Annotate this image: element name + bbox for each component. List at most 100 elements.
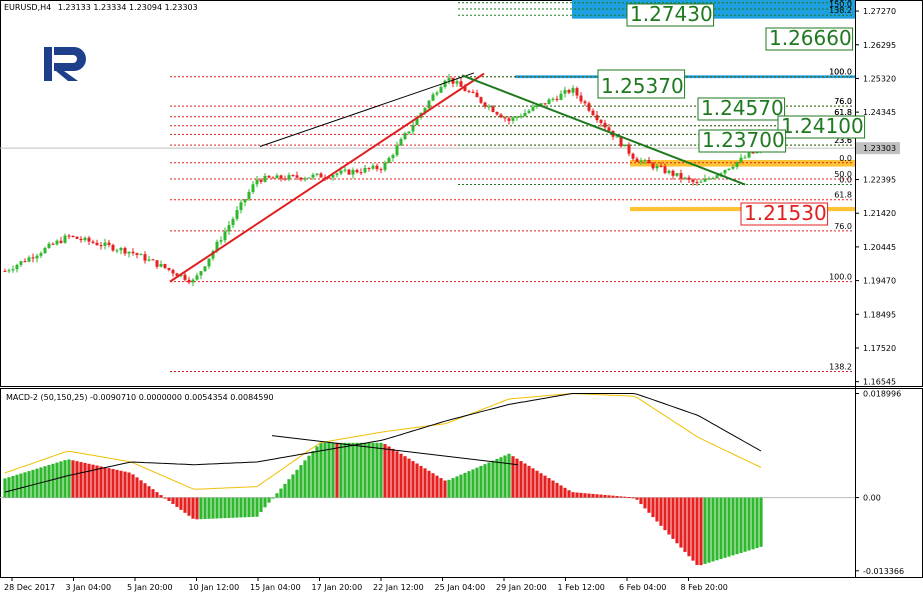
chart-canvas[interactable]: 1.272701.262951.253201.243451.233701.223… — [0, 0, 923, 598]
candle-body — [731, 166, 735, 169]
macd-histogram-bar — [391, 448, 395, 498]
candle-body — [235, 210, 239, 219]
macd-histogram-bar — [407, 458, 411, 498]
candle-body — [435, 92, 439, 95]
macd-tick-label: 0.00 — [863, 494, 881, 503]
candle-body — [703, 178, 707, 182]
candle-body — [291, 175, 295, 177]
candle-body — [59, 240, 63, 243]
resistance-trendline — [259, 72, 475, 147]
macd-histogram-bar — [755, 497, 759, 549]
candle-body — [303, 178, 307, 180]
candle-body — [239, 202, 243, 211]
macd-histogram-bar — [255, 497, 259, 517]
macd-histogram-bar — [183, 497, 187, 513]
macd-histogram-bar — [307, 455, 311, 498]
macd-histogram-bar — [683, 497, 687, 552]
candle-body — [507, 118, 511, 121]
macd-histogram-bar — [75, 461, 79, 498]
time-tick-label: 22 Jan 12:00 — [373, 583, 424, 592]
candle-body — [527, 110, 531, 113]
candle-body — [147, 259, 151, 261]
candle-body — [119, 247, 123, 251]
candle-body — [159, 264, 163, 267]
macd-histogram-bar — [167, 497, 171, 501]
macd-histogram-bar — [139, 480, 143, 498]
candle-body — [363, 167, 367, 173]
macd-histogram-bar — [243, 497, 247, 518]
macd-histogram-bar — [539, 473, 543, 498]
target-label-1.24570: 1.24570 — [701, 96, 784, 120]
candle-body — [707, 178, 711, 180]
macd-histogram-bar — [463, 472, 467, 498]
macd-histogram-bar — [311, 451, 315, 498]
candle-body — [123, 247, 127, 254]
candle-body — [715, 175, 719, 179]
candle-body — [475, 92, 479, 98]
candle-body — [151, 259, 155, 261]
candle-body — [571, 88, 575, 93]
candle-body — [367, 167, 371, 169]
candle-body — [547, 99, 551, 105]
fib-green-label: 138.2 — [829, 6, 852, 15]
macd-histogram-bar — [359, 442, 363, 498]
macd-histogram-bar — [175, 497, 179, 507]
macd-histogram-bar — [599, 494, 603, 498]
macd-histogram-bar — [291, 474, 295, 498]
macd-histogram-bar — [419, 465, 423, 498]
candle-body — [583, 101, 587, 104]
symbol-label: EURUSD,H4 — [4, 3, 52, 12]
macd-histogram-bar — [583, 493, 587, 498]
macd-histogram-bar — [711, 497, 715, 562]
macd-histogram-bar — [423, 468, 427, 498]
macd-histogram-bar — [443, 480, 447, 498]
candle-body — [631, 153, 635, 159]
candle-body — [227, 225, 231, 232]
candle-body — [391, 155, 395, 158]
candle-body — [375, 165, 379, 170]
macd-histogram-bar — [511, 456, 515, 498]
candle-body — [23, 261, 27, 263]
macd-histogram-bar — [235, 497, 239, 518]
macd-histogram-bar — [83, 462, 87, 498]
candle-body — [695, 182, 699, 184]
macd-histogram-bar — [567, 490, 571, 498]
macd-histogram-bar — [591, 493, 595, 498]
macd-histogram-bar — [7, 477, 11, 498]
macd-histogram-bar — [471, 469, 475, 498]
macd-histogram-bar — [495, 458, 499, 498]
macd-histogram-bar — [563, 487, 567, 498]
macd-histogram-bar — [267, 497, 271, 503]
macd-histogram-bar — [195, 497, 199, 520]
candle-body — [263, 175, 267, 182]
main-pane-frame — [0, 0, 923, 387]
macd-histogram-bar — [631, 497, 635, 499]
macd-histogram-bar — [603, 494, 607, 498]
macd-histogram-bar — [671, 497, 675, 539]
candle-body — [115, 250, 119, 252]
macd-header: MACD-2 (50,150,25) -0.0090710 0.0000000 … — [6, 393, 274, 402]
candle-body — [15, 264, 19, 270]
time-tick-label: 15 Jan 04:00 — [250, 583, 301, 592]
macd-histogram-bar — [403, 456, 407, 498]
candle-body — [223, 231, 227, 241]
target-label-1.27430: 1.27430 — [630, 2, 713, 26]
candle-body — [351, 169, 355, 175]
candle-body — [79, 238, 83, 241]
macd-histogram-bar — [19, 473, 23, 498]
macd-histogram-bar — [271, 497, 275, 499]
candle-body — [307, 177, 311, 179]
candle-body — [563, 90, 567, 94]
candle-body — [411, 125, 415, 132]
candle-body — [523, 112, 527, 117]
candle-body — [87, 237, 91, 242]
candle-body — [371, 165, 375, 169]
macd-histogram-bar — [355, 442, 359, 498]
price-tick-label: 1.27270 — [863, 7, 896, 16]
candle-body — [219, 240, 223, 242]
candle-body — [627, 144, 631, 154]
candle-body — [735, 162, 739, 167]
macd-histogram-bar — [523, 463, 527, 498]
candle-body — [135, 253, 139, 255]
macd-histogram-bar — [71, 460, 75, 498]
